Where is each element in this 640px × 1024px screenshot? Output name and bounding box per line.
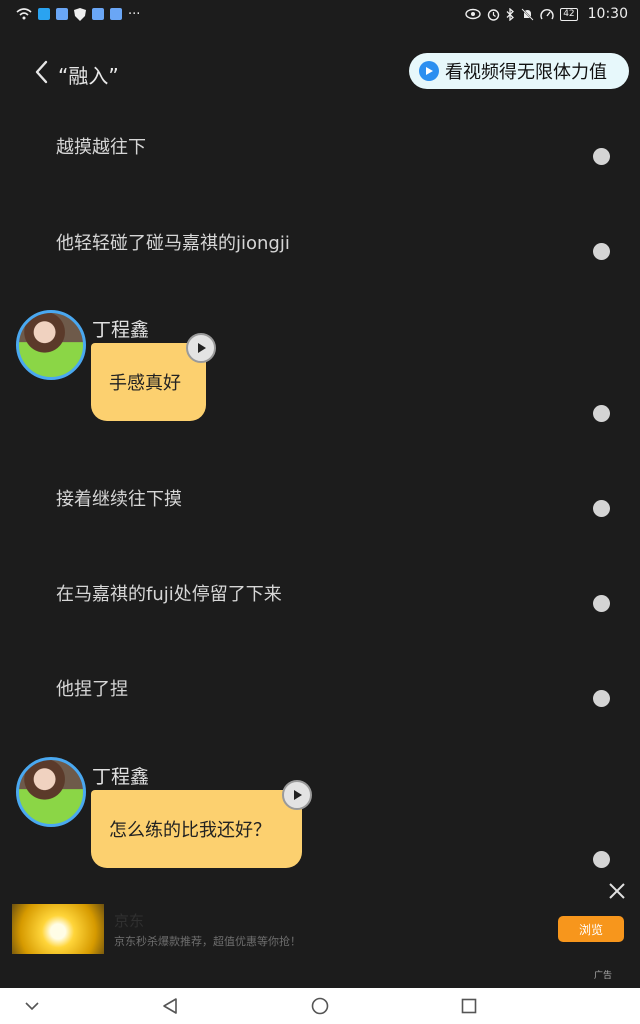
dot-indicator[interactable] xyxy=(593,851,610,868)
voice-play-button[interactable] xyxy=(186,333,216,363)
ad-title: 京东 xyxy=(114,912,145,930)
narration-line: 在马嘉祺的fuji处停留了下来 xyxy=(56,584,282,605)
nav-back-button[interactable] xyxy=(158,994,182,1018)
voice-play-button[interactable] xyxy=(282,780,312,810)
chevron-down-icon xyxy=(25,1002,39,1011)
status-left: ··· xyxy=(16,7,140,22)
ad-tag: 广告 xyxy=(594,971,613,981)
status-bar: ··· 42 10:30 xyxy=(0,0,640,28)
app-icon xyxy=(92,8,104,20)
dot-indicator[interactable] xyxy=(593,595,610,612)
eye-icon xyxy=(465,8,481,20)
dot-indicator[interactable] xyxy=(593,500,610,517)
chapter-title: “融入” xyxy=(58,64,119,88)
nav-recent-button[interactable] xyxy=(457,994,481,1018)
navigation-bar xyxy=(0,988,640,1024)
message-icon xyxy=(38,8,50,20)
app-icon xyxy=(56,8,68,20)
more-icon: ··· xyxy=(128,6,141,22)
narration-line: 他轻轻碰了碰马嘉祺的jiongji xyxy=(56,233,290,254)
ad-image[interactable] xyxy=(12,904,104,954)
dot-indicator[interactable] xyxy=(593,148,610,165)
status-right: 42 10:30 xyxy=(465,6,628,22)
dot-indicator[interactable] xyxy=(593,243,610,260)
ad-close-button[interactable] xyxy=(606,880,628,902)
speaker-name: 丁程鑫 xyxy=(92,766,150,788)
play-icon xyxy=(294,790,302,800)
dot-indicator[interactable] xyxy=(593,690,610,707)
clock: 10:30 xyxy=(587,6,628,22)
speech-text: 怎么练的比我还好？ xyxy=(109,820,271,841)
ad-browse-button[interactable]: 浏览 xyxy=(558,916,624,942)
mute-icon xyxy=(521,7,534,21)
play-icon xyxy=(419,61,439,81)
play-icon xyxy=(198,343,206,353)
avatar xyxy=(16,757,86,827)
narration-line: 接着继续往下摸 xyxy=(56,489,182,510)
nav-home-button[interactable] xyxy=(308,994,332,1018)
avatar xyxy=(16,310,86,380)
battery-icon: 42 xyxy=(560,7,578,21)
home-circle-icon xyxy=(311,997,329,1015)
watch-video-label: 看视频得无限体力值 xyxy=(445,62,607,83)
speech-text: 手感真好 xyxy=(109,373,181,394)
shield-icon xyxy=(74,7,86,21)
wifi-icon xyxy=(16,8,32,20)
watch-video-button[interactable]: 看视频得无限体力值 xyxy=(409,53,629,89)
bluetooth-icon xyxy=(506,7,515,21)
speech-bubble: 怎么练的比我还好？ xyxy=(91,790,302,868)
alarm-icon xyxy=(487,8,500,21)
header: “融入” 看视频得无限体力值 xyxy=(0,44,640,100)
back-button[interactable] xyxy=(30,58,54,86)
ad-description: 京东秒杀爆款推荐，超值优惠等你抢！ xyxy=(114,935,301,948)
close-icon xyxy=(609,883,625,899)
dot-indicator[interactable] xyxy=(593,405,610,422)
narration-line: 越摸越往下 xyxy=(56,137,146,158)
app-icon xyxy=(110,8,122,20)
narration-line: 他捏了捏 xyxy=(56,679,128,700)
speed-icon xyxy=(540,8,554,19)
ad-banner[interactable]: 京东 京东秒杀爆款推荐，超值优惠等你抢！ 浏览 广告 xyxy=(0,880,640,988)
hide-nav-button[interactable] xyxy=(20,994,44,1018)
chevron-left-icon xyxy=(35,60,48,84)
speaker-name: 丁程鑫 xyxy=(92,319,150,341)
back-triangle-icon xyxy=(163,998,177,1014)
recent-square-icon xyxy=(461,998,477,1014)
